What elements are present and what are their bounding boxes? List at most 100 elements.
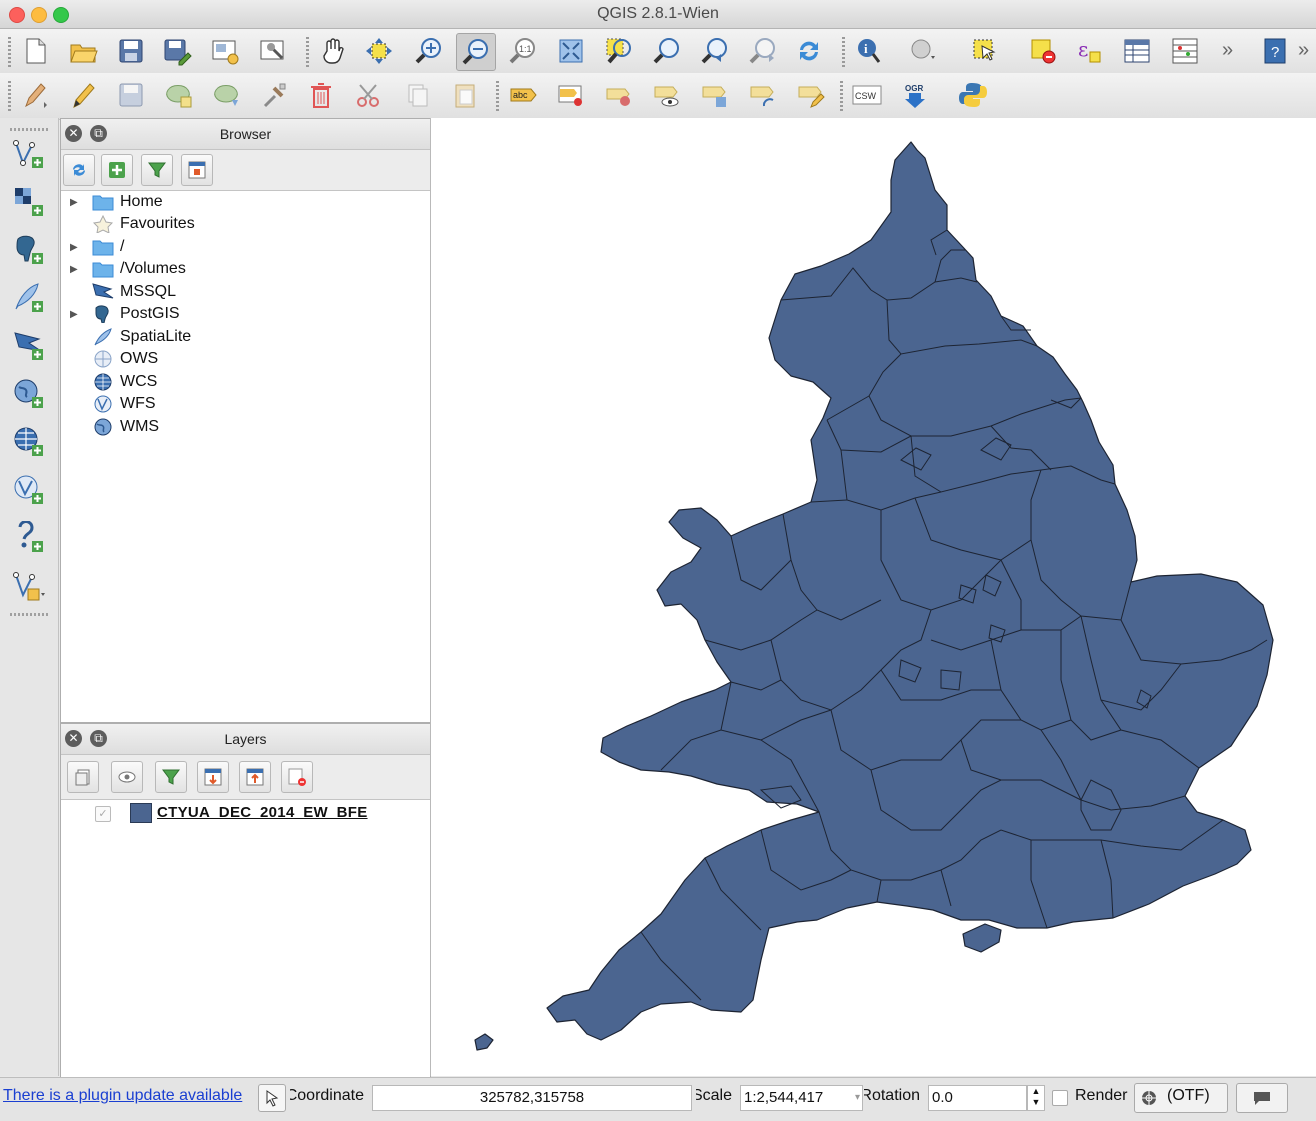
layer-visibility-checkbox[interactable]: ✓ [95,806,111,822]
copy-features-button[interactable] [398,77,436,113]
toolbar-grip[interactable] [10,613,48,616]
zoom-next-button[interactable] [744,33,782,69]
browser-refresh-button[interactable] [63,154,95,186]
new-print-composer-button[interactable] [206,33,244,69]
paste-features-button[interactable] [446,77,484,113]
pin-labels-button[interactable] [552,77,590,113]
messages-button[interactable] [1236,1083,1288,1113]
pan-to-selection-button[interactable] [360,33,398,69]
remove-layer-button[interactable] [281,761,313,793]
coordinate-field[interactable]: 325782,315758 [372,1085,692,1111]
browser-item-home[interactable]: ▶ Home [61,191,421,213]
layer-labeling-button[interactable]: abc [504,77,542,113]
browser-item-mssql[interactable]: MSSQL [61,281,421,303]
render-checkbox[interactable] [1052,1090,1068,1106]
browser-item-volumes[interactable]: ▶ /Volumes [61,258,421,280]
zoom-to-layer-button[interactable] [648,33,686,69]
add-wms-layer-button[interactable] [9,374,49,414]
expand-arrow-icon[interactable]: ▶ [70,264,78,275]
csw-button[interactable]: CSW [848,77,886,113]
toolbar-grip[interactable] [496,81,499,111]
add-spatialite-layer-button[interactable] [9,278,49,318]
toolbar-grip[interactable] [842,37,845,67]
identify-features-button[interactable]: i [850,33,888,69]
select-features-button[interactable] [966,33,1004,69]
browser-item-ows[interactable]: OWS [61,348,421,370]
add-postgis-layer-button[interactable] [9,230,49,270]
save-layer-edits-button[interactable] [112,77,150,113]
zoom-out-button[interactable] [456,33,496,71]
current-edits-button[interactable] [16,77,54,113]
move-feature-button[interactable] [208,77,246,113]
toolbar-overflow-button-2[interactable]: » [1298,39,1309,62]
add-raster-layer-button[interactable] [9,182,49,222]
toolbar-overflow-button[interactable]: » [1222,39,1233,62]
show-hide-labels-button[interactable] [648,77,686,113]
filter-legend-button[interactable] [155,761,187,793]
map-canvas[interactable] [430,118,1316,1076]
add-mssql-layer-button[interactable] [9,326,49,366]
expand-arrow-icon[interactable]: ▶ [70,197,78,208]
browser-item-favourites[interactable]: Favourites [61,213,421,235]
expand-arrow-icon[interactable]: ▶ [70,309,78,320]
composer-manager-button[interactable] [254,33,292,69]
field-calculator-button[interactable] [1166,33,1204,69]
toolbar-grip[interactable] [840,81,843,111]
toggle-extents-button[interactable] [258,1084,286,1112]
move-label-button[interactable] [696,77,734,113]
layer-item[interactable]: ✓ CTYUA_DEC_2014_EW_BFE [61,801,421,827]
select-by-expression-button[interactable]: ε [1070,33,1108,69]
python-console-button[interactable] [954,77,992,113]
new-project-button[interactable] [16,33,54,69]
collapse-all-button[interactable] [239,761,271,793]
add-feature-button[interactable] [160,77,198,113]
browser-filter-button[interactable] [141,154,173,186]
pan-map-button[interactable] [314,33,352,69]
open-attribute-table-button[interactable] [1118,33,1156,69]
browser-item-wcs[interactable]: WCS [61,371,421,393]
scale-combobox[interactable]: 1:2,544,417 ▾ [740,1085,863,1111]
add-wcs-layer-button[interactable] [9,422,49,462]
add-vector-layer-button[interactable] [9,134,49,174]
rotation-field[interactable]: 0.0 [928,1085,1027,1111]
toggle-editing-button[interactable] [64,77,102,113]
add-delimited-text-layer-button[interactable] [9,518,49,558]
browser-item-spatialite[interactable]: SpatiaLite [61,326,421,348]
help-button[interactable]: ? [1256,33,1294,69]
zoom-last-button[interactable] [696,33,734,69]
expand-all-button[interactable] [197,761,229,793]
add-group-button[interactable] [67,761,99,793]
zoom-full-button[interactable] [552,33,590,69]
toolbar-grip[interactable] [8,81,11,111]
expand-arrow-icon[interactable]: ▶ [70,242,78,253]
zoom-in-button[interactable] [410,33,448,69]
browser-item-postgis[interactable]: ▶ PostGIS [61,303,421,325]
browser-item-wms[interactable]: WMS [61,416,421,438]
zoom-to-selection-button[interactable] [600,33,638,69]
browser-add-selected-button[interactable] [101,154,133,186]
refresh-button[interactable] [790,33,828,69]
zoom-actual-size-button[interactable]: 1:1 [504,33,542,69]
crs-status-button[interactable]: (OTF) [1134,1083,1228,1113]
browser-collapse-all-button[interactable] [181,154,213,186]
deselect-features-button[interactable] [1024,33,1062,69]
rotation-stepper[interactable]: ▲ ▼ [1027,1085,1045,1111]
plugin-update-link[interactable]: There is a plugin update available [3,1087,242,1105]
toolbar-grip[interactable] [306,37,309,67]
highlight-pinned-labels-button[interactable] [600,77,638,113]
ogr-converter-button[interactable]: OGR [896,77,934,113]
browser-item-wfs[interactable]: WFS [61,393,421,415]
node-tool-button[interactable] [256,77,294,113]
save-as-button[interactable] [158,33,196,69]
cut-features-button[interactable] [350,77,388,113]
add-wfs-layer-button[interactable] [9,470,49,510]
delete-selected-button[interactable] [302,77,340,113]
change-label-button[interactable] [792,77,830,113]
new-shapefile-layer-button[interactable] [9,566,49,606]
map-tips-button[interactable] [904,33,942,69]
save-project-button[interactable] [112,33,150,69]
toolbar-grip[interactable] [10,128,48,131]
rotate-label-button[interactable] [744,77,782,113]
manage-visibility-button[interactable] [111,761,143,793]
toolbar-grip[interactable] [8,37,11,67]
